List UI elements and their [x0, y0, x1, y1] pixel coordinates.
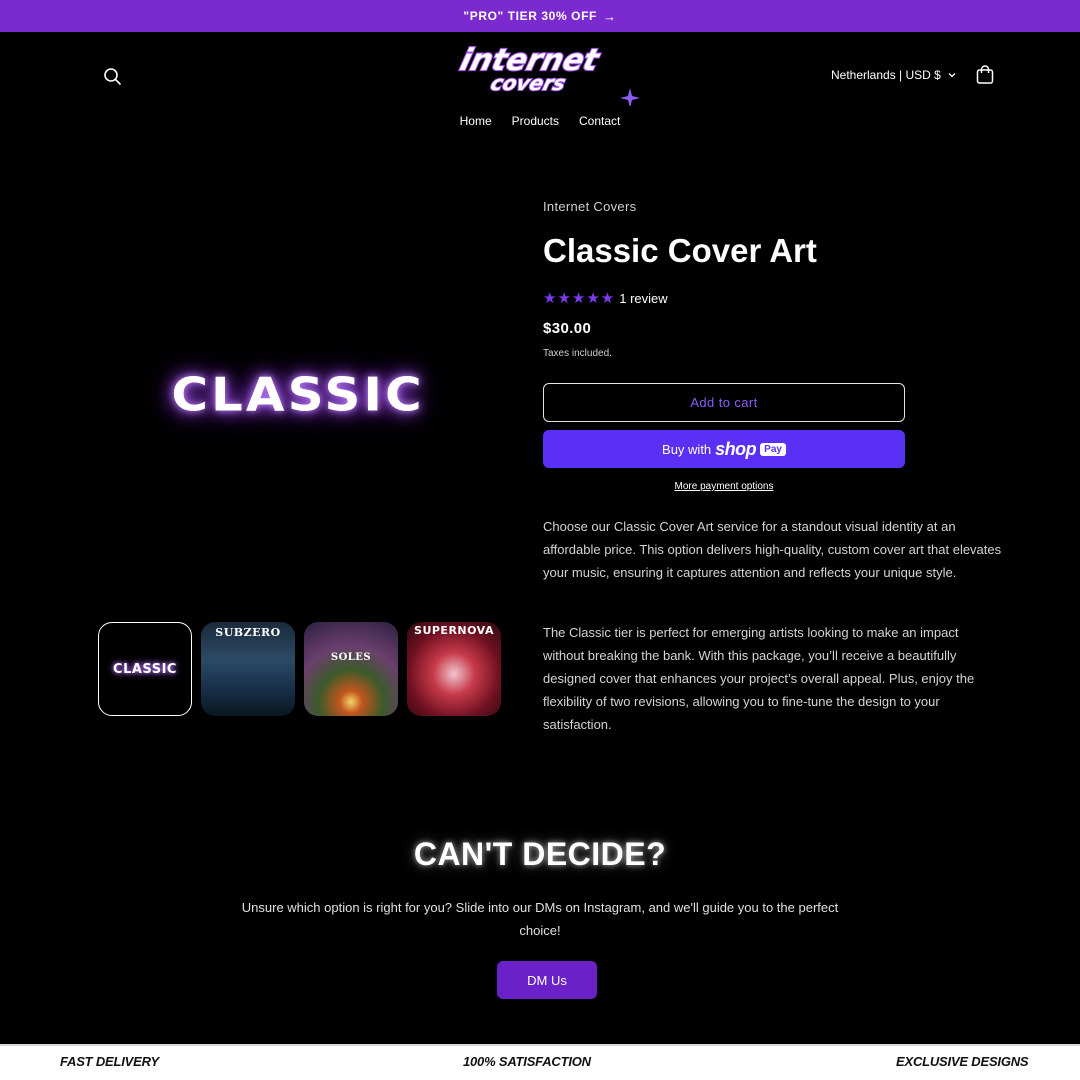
review-count: 1 review: [619, 290, 668, 306]
search-icon: [104, 68, 121, 85]
ticker-item: EXCLUSIVE DESIGNS: [896, 1054, 1029, 1069]
pay-badge: Pay: [760, 442, 786, 456]
cart-button[interactable]: [974, 64, 996, 86]
chevron-down-icon: [948, 73, 956, 78]
thumbnail-label: SUPERNOVA: [414, 624, 494, 637]
thumbnail-classic[interactable]: CLASSIC: [98, 622, 192, 716]
shop-logo: shop: [715, 438, 757, 459]
product-rating[interactable]: ★★★★★ 1 review: [543, 289, 668, 307]
buy-with-label: Buy with: [662, 441, 712, 457]
thumbnail-supernova[interactable]: SUPERNOVA: [407, 622, 501, 716]
site-header: internet covers Netherlands | USD $ Home…: [0, 32, 1080, 142]
site-logo[interactable]: internet covers: [440, 40, 650, 106]
product-main-image[interactable]: CLASSIC: [98, 185, 498, 605]
product-title: Classic Cover Art: [543, 232, 817, 269]
cta-title: CAN'T DECIDE?: [413, 836, 667, 872]
thumbnail-list: CLASSIC SUBZERO SOLES SUPERNOVA: [98, 622, 501, 716]
arrow-right-icon: →: [602, 8, 617, 24]
ticker-item: FAST DELIVERY: [60, 1054, 160, 1069]
nav-home[interactable]: Home: [460, 114, 492, 128]
nav-products[interactable]: Products: [512, 114, 559, 128]
product-description-2: The Classic tier is perfect for emerging…: [543, 625, 975, 732]
thumbnail-label: SUBZERO: [215, 626, 281, 639]
search-button[interactable]: [102, 66, 124, 88]
main-nav: Home Products Contact: [0, 114, 1080, 128]
star-rating-icon: ★★★★★: [543, 290, 616, 307]
sparkle-icon: [620, 88, 640, 106]
shop-pay-button[interactable]: Buy with shop Pay: [543, 430, 905, 468]
product-vendor: Internet Covers: [543, 199, 637, 214]
logo-line-2: covers: [488, 71, 568, 95]
cta-text: Unsure which option is right for you? Sl…: [241, 900, 839, 938]
ticker-item: 100% SATISFACTION: [463, 1054, 591, 1069]
product-description-1: Choose our Classic Cover Art service for…: [543, 519, 1002, 580]
shopping-bag-icon: [976, 65, 994, 84]
thumbnail-label: SOLES: [330, 652, 372, 663]
main-image-text: CLASSIC: [171, 368, 425, 422]
nav-contact[interactable]: Contact: [579, 114, 620, 128]
announcement-bar[interactable]: "PRO" TIER 30% OFF →: [0, 0, 1080, 32]
locale-label: Netherlands | USD $: [831, 68, 941, 82]
thumbnail-subzero[interactable]: SUBZERO: [201, 622, 295, 716]
thumbnail-label: CLASSIC: [113, 661, 177, 677]
more-payment-options-link[interactable]: More payment options: [543, 481, 905, 492]
country-currency-selector[interactable]: Netherlands | USD $: [831, 68, 957, 82]
add-to-cart-button[interactable]: Add to cart: [543, 383, 905, 422]
dm-us-button[interactable]: DM Us: [497, 961, 597, 999]
tax-note: Taxes included.: [543, 348, 612, 359]
feature-ticker: FAST DELIVERY 100% SATISFACTION EXCLUSIV…: [0, 1044, 1080, 1080]
product-price: $30.00: [543, 320, 592, 337]
announcement-text: "PRO" TIER 30% OFF: [463, 9, 597, 23]
thumbnail-soles[interactable]: SOLES: [304, 622, 398, 716]
